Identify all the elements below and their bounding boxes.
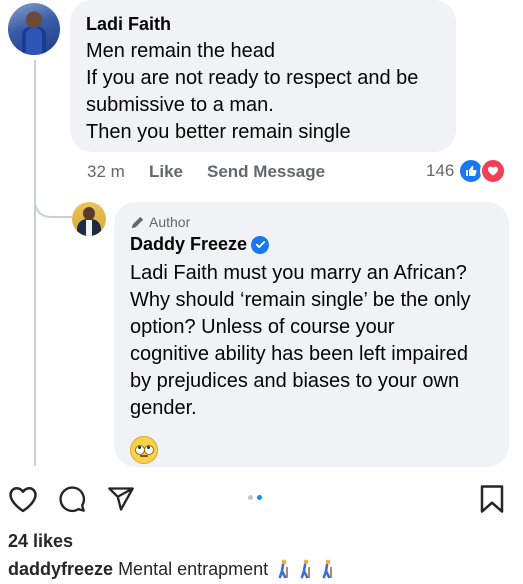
carousel-dot	[248, 495, 253, 500]
comment-icon[interactable]	[58, 485, 86, 513]
reply-author-name[interactable]: Daddy Freeze	[130, 234, 247, 255]
likes-count[interactable]: 24 likes	[8, 531, 73, 552]
comment-line: submissive to a man.	[86, 94, 274, 116]
comment-bubble: Ladi Faith Men remain the head If you ar…	[70, 0, 456, 152]
reply-line: option? Unless of course your	[130, 316, 395, 338]
reply-line: gender.	[130, 397, 197, 419]
reply-bubble: Author Daddy Freeze Ladi Faith must you …	[114, 202, 509, 467]
author-tag: Author	[130, 214, 190, 230]
daddy-freeze-avatar[interactable]	[72, 202, 106, 236]
author-tag-label: Author	[149, 214, 191, 230]
heart-icon[interactable]	[8, 485, 38, 513]
bookmark-icon[interactable]	[479, 484, 505, 514]
verified-badge-icon	[251, 235, 270, 254]
comment-line: Then you better remain single	[86, 121, 351, 143]
share-icon[interactable]	[106, 485, 136, 513]
post-caption: daddyfreeze Mental entrapment	[8, 559, 337, 584]
reaction-count: 146	[426, 161, 455, 180]
reaction-summary[interactable]: 146	[426, 158, 507, 184]
person-walking-with-cane-icon	[277, 559, 337, 584]
comment-line: Men remain the head	[86, 40, 276, 62]
pencil-icon	[131, 216, 144, 228]
love-icon	[480, 158, 507, 184]
thread-line	[34, 60, 36, 466]
comment-timestamp: 32 m	[87, 162, 125, 181]
comment-author-name[interactable]: Ladi Faith	[86, 14, 171, 35]
carousel-dot-active	[257, 495, 262, 500]
reply-line: by prejudices and biases to your own	[130, 370, 460, 392]
comment-line: If you are not ready to respect and be	[86, 67, 419, 89]
reply-author-row: Daddy Freeze	[130, 234, 270, 255]
caption-text: Mental entrapment	[118, 559, 269, 579]
ladi-faith-avatar[interactable]	[8, 3, 60, 55]
comment-text: Men remain the head If you are not ready…	[86, 38, 418, 146]
send-message-button[interactable]: Send Message	[207, 162, 325, 182]
reply-line: Why should ‘remain single’ be the only	[130, 289, 471, 311]
caption-username[interactable]: daddyfreeze	[8, 559, 113, 579]
reply-line: Ladi Faith must you marry an African?	[130, 262, 467, 284]
rolling-eyes-emoji-icon	[130, 436, 158, 464]
like-button[interactable]: Like	[149, 162, 183, 182]
reply-line: cognitive ability has been left impaired	[130, 343, 468, 365]
thread-connector	[34, 186, 72, 218]
carousel-indicator	[248, 495, 262, 500]
reply-text: Ladi Faith must you marry an African? Wh…	[130, 260, 471, 422]
